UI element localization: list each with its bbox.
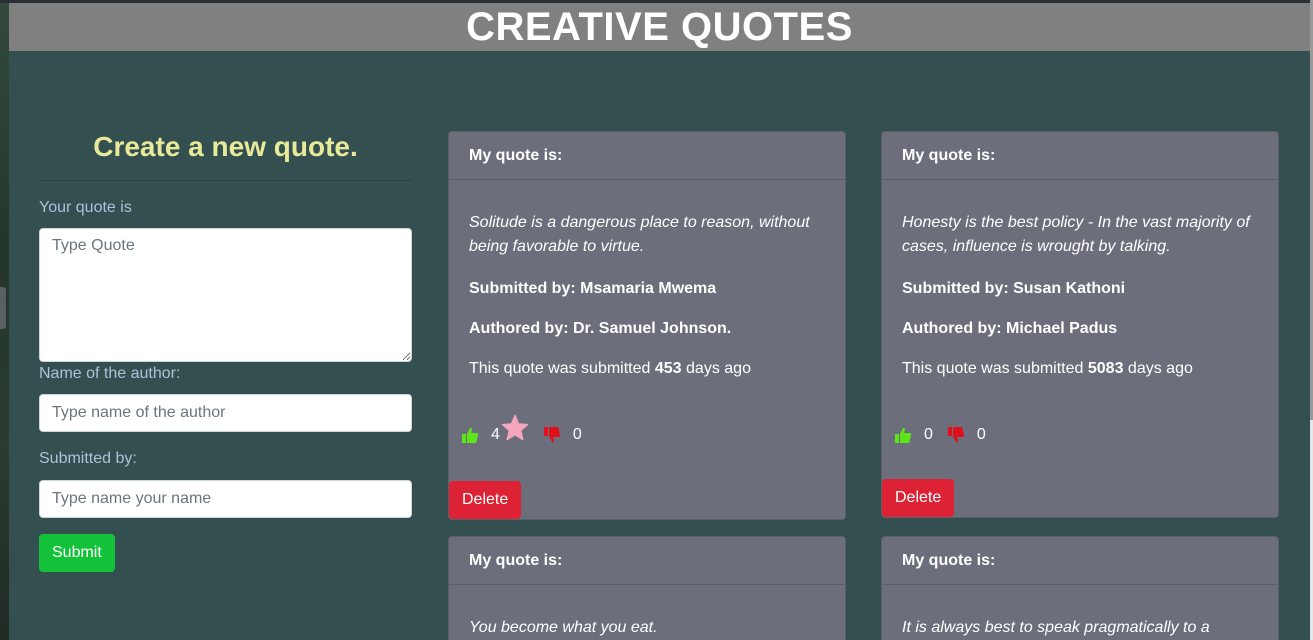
site-title: CREATIVE QUOTES (466, 4, 853, 49)
quote-card-body: It is always best to speak pragmatically… (882, 585, 1278, 640)
submitter-input[interactable] (39, 480, 412, 518)
like-count: 4 (491, 426, 500, 443)
thumbs-up-icon[interactable] (461, 426, 479, 444)
new-quote-form: Create a new quote. Your quote is Name o… (39, 125, 412, 572)
page: CREATIVE QUOTES Create a new quote. Your… (9, 3, 1310, 640)
vote-bar: 0 0 (894, 426, 986, 444)
authored-by: Authored by: Dr. Samuel Johnson. (469, 320, 732, 337)
age-days: 5083 (1087, 360, 1124, 377)
quote-card-body: Solitude is a dangerous place to reason,… (449, 180, 845, 379)
quote-text: Solitude is a dangerous place to reason,… (469, 214, 810, 255)
quote-card-header: My quote is: (449, 132, 845, 180)
vote-bar: 4 0 (461, 414, 582, 444)
quote-card-header: My quote is: (449, 537, 845, 585)
quote-textarea[interactable] (39, 228, 412, 362)
thumbs-up-icon[interactable] (894, 426, 912, 444)
quote-card-header: My quote is: (882, 537, 1278, 585)
delete-button[interactable]: Delete (449, 481, 522, 519)
form-title: Create a new quote. (93, 131, 358, 162)
dislike-count: 0 (976, 426, 986, 443)
authored-by: Authored by: Michael Padus (902, 320, 1118, 337)
form-divider (39, 180, 412, 181)
submit-button[interactable]: Submit (39, 534, 115, 572)
quote-card: My quote is: You become what you eat. (448, 536, 846, 640)
author-label: Name of the author: (39, 365, 181, 382)
quote-text: You become what you eat. (469, 619, 658, 636)
quote-card: My quote is: It is always best to speak … (881, 536, 1279, 640)
age-days: 453 (654, 360, 682, 377)
star-icon[interactable] (501, 414, 529, 442)
submitted-by: Submitted by: Susan Kathoni (902, 280, 1126, 297)
submitted-by: Submitted by: Msamaria Mwema (469, 280, 717, 297)
delete-button[interactable]: Delete (882, 479, 955, 517)
age-suffix: days ago (1127, 360, 1193, 377)
thumbs-down-icon[interactable] (543, 426, 561, 444)
age-suffix: days ago (686, 360, 751, 377)
thumbs-down-icon[interactable] (947, 426, 965, 444)
window-edge-handle (0, 287, 6, 329)
quote-text: It is always best to speak pragmatically… (902, 619, 1210, 636)
quote-card: My quote is: Honesty is the best policy … (881, 131, 1279, 518)
author-input[interactable] (39, 394, 412, 432)
like-count: 0 (924, 426, 933, 443)
quote-card-header: My quote is: (882, 132, 1278, 180)
dislike-count: 0 (572, 426, 582, 443)
quote-card-body: Honesty is the best policy - In the vast… (882, 180, 1278, 379)
quote-text: Honesty is the best policy - In the vast… (902, 214, 1250, 255)
site-header: CREATIVE QUOTES (9, 3, 1310, 51)
quote-age: This quote was submitted 5083 days ago (902, 359, 1258, 379)
quote-age: This quote was submitted 453 days ago (469, 359, 825, 379)
age-prefix: This quote was submitted (902, 360, 1084, 377)
submitter-label: Submitted by: (39, 450, 137, 467)
age-prefix: This quote was submitted (469, 360, 651, 377)
quote-card: My quote is: Solitude is a dangerous pla… (448, 131, 846, 520)
quote-label: Your quote is (39, 199, 132, 216)
quote-card-body: You become what you eat. (449, 585, 845, 640)
